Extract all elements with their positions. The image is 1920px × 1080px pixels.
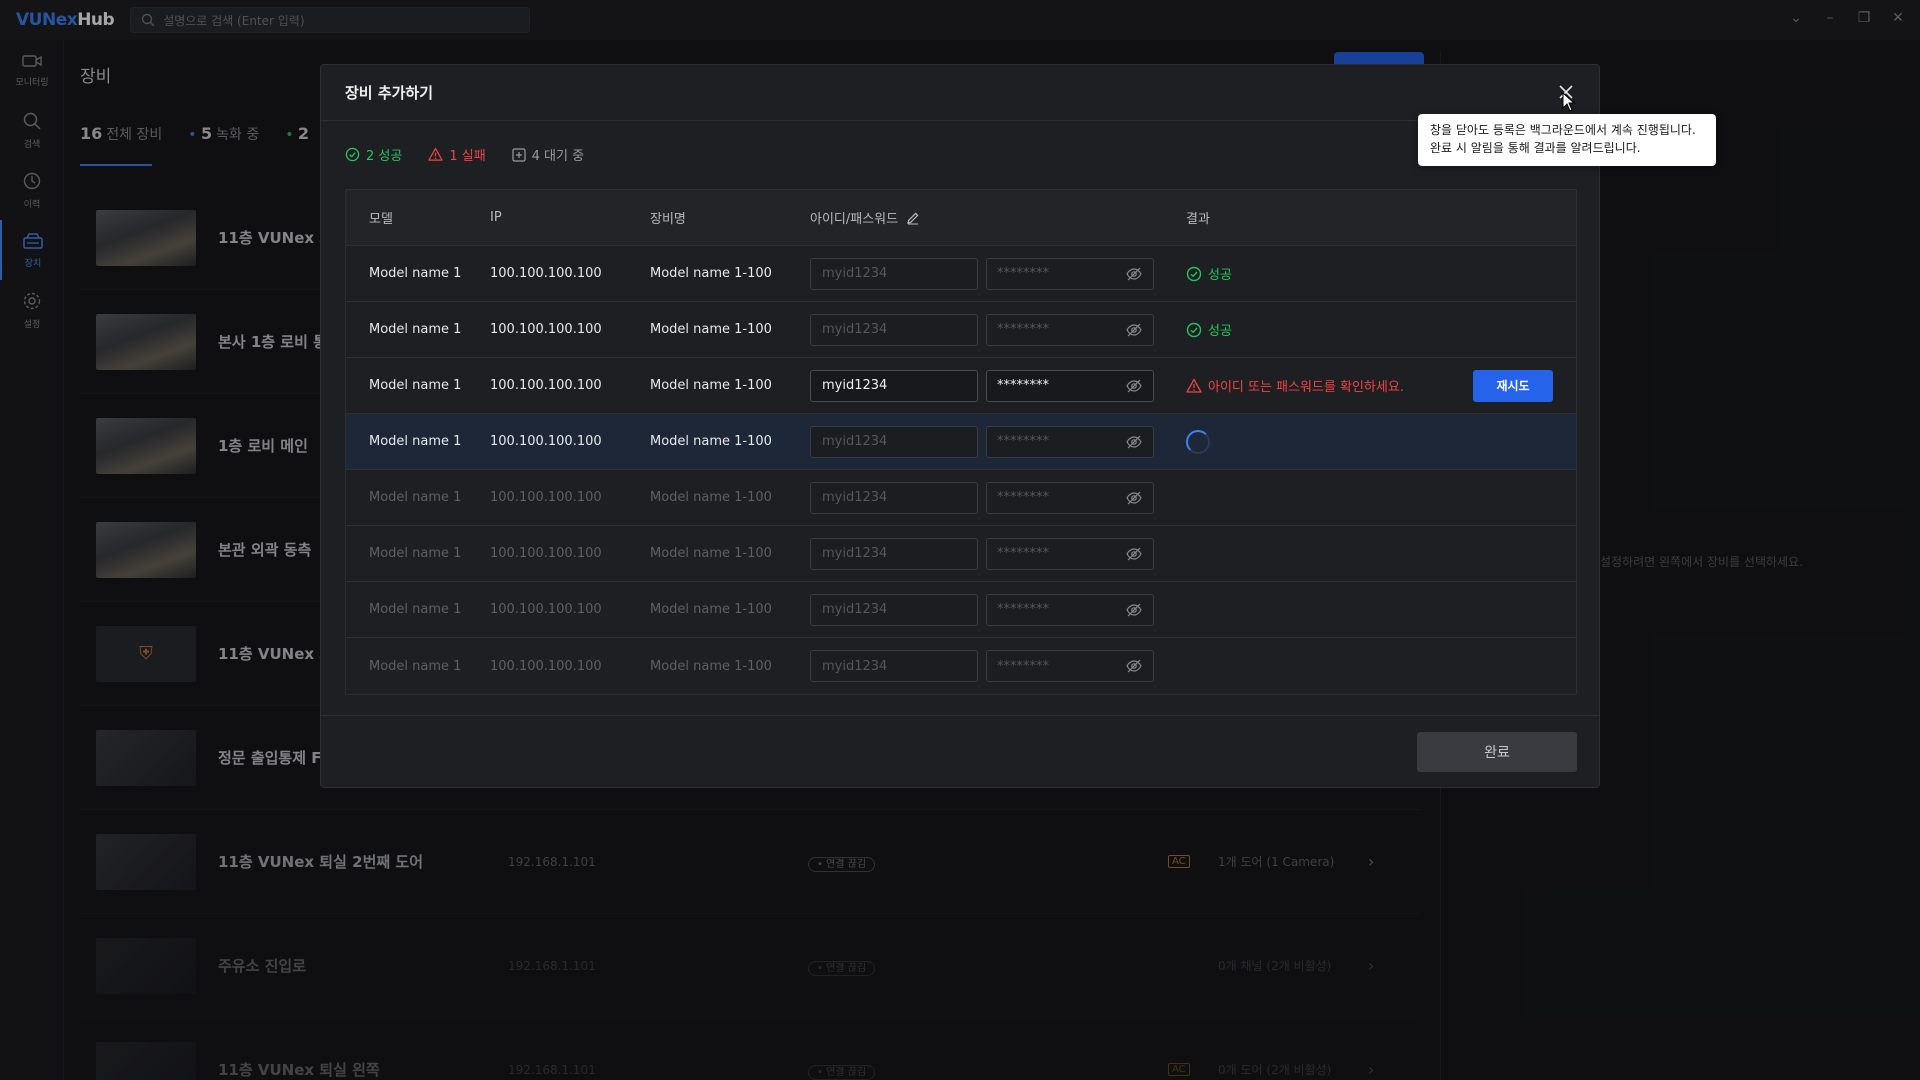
col-model: 모델 bbox=[369, 212, 393, 227]
cell-credentials: myid1234 ******** bbox=[810, 257, 1186, 290]
warning-icon bbox=[1186, 378, 1202, 393]
cell-name: Model name 1-100 bbox=[650, 322, 772, 337]
cell-model: Model name 1 bbox=[369, 602, 462, 617]
waiting-count: 4 대기 중 bbox=[512, 145, 584, 164]
eye-off-icon[interactable] bbox=[1125, 489, 1143, 507]
table-row: Model name 1 100.100.100.100 Model name 1-… bbox=[346, 526, 1576, 582]
cell-name: Model name 1-100 bbox=[650, 434, 772, 449]
cell-result: 성공 bbox=[1186, 264, 1576, 283]
table-row: Model name 1 100.100.100.100 Model name 1-… bbox=[346, 638, 1576, 694]
done-button[interactable]: 완료 bbox=[1417, 732, 1577, 772]
col-ip: IP bbox=[490, 210, 502, 225]
id-input[interactable]: myid1234 bbox=[810, 537, 978, 570]
cell-name: Model name 1-100 bbox=[650, 658, 772, 674]
eye-off-icon[interactable] bbox=[1125, 321, 1143, 339]
cell-model: Model name 1 bbox=[369, 322, 462, 337]
table-row: Model name 1 100.100.100.100 Model name 1-… bbox=[346, 246, 1576, 302]
id-input[interactable]: myid1234 bbox=[810, 369, 978, 402]
table-row: Model name 1 100.100.100.100 Model name 1-… bbox=[346, 414, 1576, 470]
cell-name: Model name 1-100 bbox=[650, 490, 772, 505]
eye-off-icon[interactable] bbox=[1125, 657, 1143, 675]
result-fail: 아이디 또는 패스워드를 확인하세요. bbox=[1186, 376, 1404, 395]
cell-model: Model name 1 bbox=[369, 490, 462, 505]
col-result: 결과 bbox=[1186, 212, 1210, 227]
table-header: 모델 IP 장비명 아이디/패스워드 결과 bbox=[346, 190, 1576, 246]
modal-footer: 완료 bbox=[321, 715, 1599, 787]
eye-off-icon[interactable] bbox=[1125, 545, 1143, 563]
cell-credentials: myid1234 ******** bbox=[810, 593, 1186, 626]
cell-model: Model name 1 bbox=[369, 266, 462, 281]
id-input[interactable]: myid1234 bbox=[810, 593, 978, 626]
cell-credentials: myid1234 ******** bbox=[810, 313, 1186, 346]
modal-header: 장비 추가하기 bbox=[321, 65, 1599, 121]
id-input[interactable]: myid1234 bbox=[810, 650, 978, 682]
cell-result: 성공 bbox=[1186, 320, 1576, 339]
cell-result bbox=[1186, 429, 1576, 454]
cell-ip: 100.100.100.100 bbox=[490, 322, 602, 337]
cell-model: Model name 1 bbox=[369, 378, 462, 393]
id-input[interactable]: myid1234 bbox=[810, 257, 978, 290]
cell-model: Model name 1 bbox=[369, 546, 462, 561]
cell-model: Model name 1 bbox=[369, 434, 462, 449]
password-input[interactable]: ******** bbox=[986, 650, 1154, 682]
check-circle-icon bbox=[1186, 322, 1202, 337]
password-input[interactable]: ******** bbox=[986, 425, 1154, 458]
id-input[interactable]: myid1234 bbox=[810, 425, 978, 458]
device-table: 모델 IP 장비명 아이디/패스워드 결과 Model name 1 100.10… bbox=[345, 189, 1577, 695]
loading-spinner-icon bbox=[1186, 429, 1210, 454]
password-input[interactable]: ******** bbox=[986, 537, 1154, 570]
col-name: 장비명 bbox=[650, 212, 686, 227]
cell-ip: 100.100.100.100 bbox=[490, 266, 602, 281]
mouse-cursor-icon bbox=[1562, 92, 1576, 112]
add-device-modal: 장비 추가하기 2 성공 1 실패 4 대기 중 모델 IP 장비명 아이디/패… bbox=[320, 64, 1600, 788]
col-cred: 아이디/패스워드 bbox=[810, 208, 1186, 227]
pending-icon bbox=[512, 147, 526, 162]
table-row: Model name 1 100.100.100.100 Model name 1-… bbox=[346, 302, 1576, 358]
cell-ip: 100.100.100.100 bbox=[490, 434, 602, 449]
cell-credentials: myid1234 ******** bbox=[810, 650, 1186, 682]
cell-credentials: myid1234 ******** bbox=[810, 425, 1186, 458]
retry-button[interactable]: 재시도 bbox=[1473, 369, 1553, 402]
cell-ip: 100.100.100.100 bbox=[490, 546, 602, 561]
cell-ip: 100.100.100.100 bbox=[490, 602, 602, 617]
cell-name: Model name 1-100 bbox=[650, 266, 772, 281]
result-success: 성공 bbox=[1186, 320, 1232, 339]
result-success: 성공 bbox=[1186, 264, 1232, 283]
cell-name: Model name 1-100 bbox=[650, 546, 772, 561]
success-count: 2 성공 bbox=[345, 145, 402, 164]
check-circle-icon bbox=[1186, 266, 1202, 281]
cell-name: Model name 1-100 bbox=[650, 378, 772, 393]
password-input[interactable]: ******** bbox=[986, 313, 1154, 346]
table-row: Model name 1 100.100.100.100 Model name 1-… bbox=[346, 358, 1576, 414]
registration-summary: 2 성공 1 실패 4 대기 중 bbox=[345, 145, 584, 164]
cell-ip: 100.100.100.100 bbox=[490, 658, 602, 674]
cell-credentials: myid1234 ******** bbox=[810, 369, 1186, 402]
eye-off-icon[interactable] bbox=[1125, 433, 1143, 451]
modal-title: 장비 추가하기 bbox=[345, 84, 434, 102]
table-row: Model name 1 100.100.100.100 Model name 1-… bbox=[346, 470, 1576, 526]
password-input[interactable]: ******** bbox=[986, 369, 1154, 402]
password-input[interactable]: ******** bbox=[986, 481, 1154, 514]
eye-off-icon[interactable] bbox=[1125, 265, 1143, 283]
close-tooltip: 창을 닫아도 등록은 백그라운드에서 계속 진행됩니다. 완료 시 알림을 통해… bbox=[1418, 114, 1716, 166]
cell-model: Model name 1 bbox=[369, 658, 462, 674]
cell-ip: 100.100.100.100 bbox=[490, 490, 602, 505]
cell-credentials: myid1234 ******** bbox=[810, 481, 1186, 514]
id-input[interactable]: myid1234 bbox=[810, 313, 978, 346]
cell-credentials: myid1234 ******** bbox=[810, 537, 1186, 570]
cell-name: Model name 1-100 bbox=[650, 602, 772, 617]
password-input[interactable]: ******** bbox=[986, 257, 1154, 290]
eye-off-icon[interactable] bbox=[1125, 377, 1143, 395]
fail-count: 1 실패 bbox=[428, 145, 486, 164]
warning-icon bbox=[428, 147, 443, 161]
check-circle-icon bbox=[345, 147, 360, 162]
password-input[interactable]: ******** bbox=[986, 593, 1154, 626]
table-row: Model name 1 100.100.100.100 Model name 1-… bbox=[346, 582, 1576, 638]
table-body: Model name 1 100.100.100.100 Model name 1-… bbox=[346, 246, 1576, 694]
id-input[interactable]: myid1234 bbox=[810, 481, 978, 514]
cell-ip: 100.100.100.100 bbox=[490, 378, 602, 393]
edit-icon[interactable] bbox=[906, 211, 920, 225]
eye-off-icon[interactable] bbox=[1125, 601, 1143, 619]
cell-result: 아이디 또는 패스워드를 확인하세요. 재시도 bbox=[1186, 369, 1576, 402]
